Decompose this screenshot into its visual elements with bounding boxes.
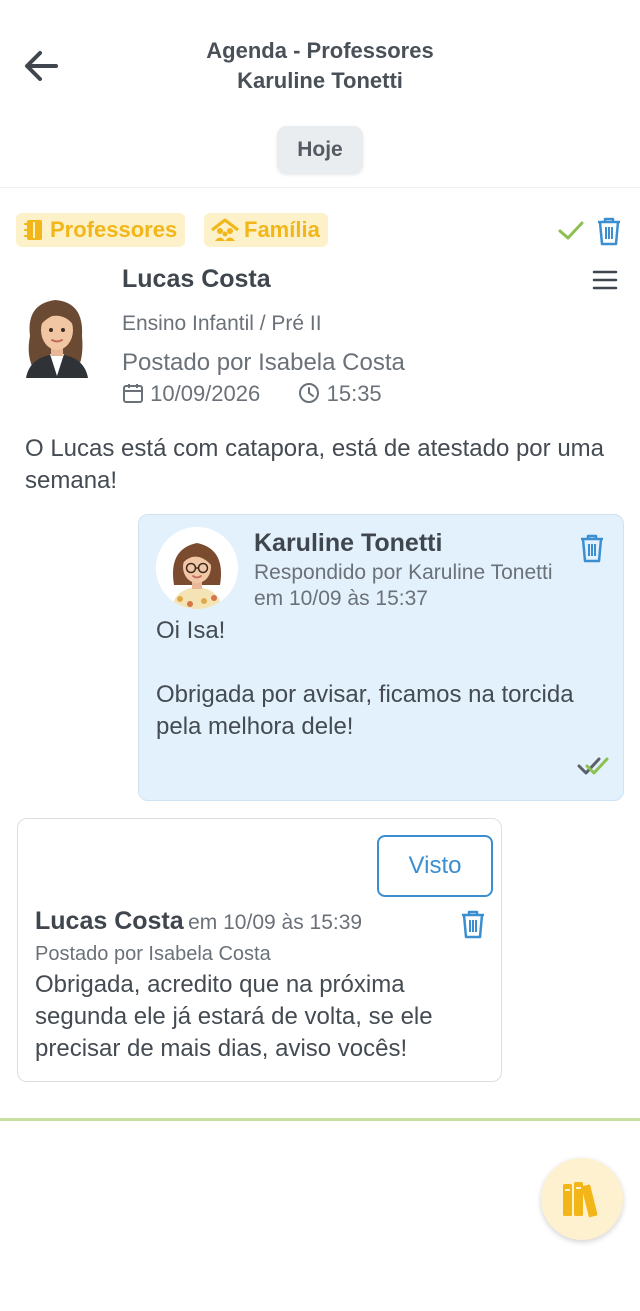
response-card: Visto Lucas Costa em 10/09 às 15:39 Post… bbox=[17, 818, 502, 1082]
post-date: 10/09/2026 bbox=[150, 381, 261, 406]
visto-button[interactable]: Visto bbox=[377, 835, 493, 897]
student-class: Ensino Infantil / Pré II bbox=[122, 312, 322, 335]
response-message: Obrigada, acredito que na próxima segund… bbox=[35, 971, 433, 1062]
delete-response-button[interactable] bbox=[460, 909, 486, 944]
notebook-icon bbox=[24, 220, 42, 240]
divider bbox=[0, 1118, 640, 1121]
reply-meta: Respondido por Karuline Tonetti em 10/09… bbox=[254, 561, 553, 610]
student-avatar bbox=[22, 292, 92, 378]
reply-author: Karuline Tonetti bbox=[254, 529, 443, 557]
read-status bbox=[577, 755, 609, 782]
today-button[interactable]: Hoje bbox=[277, 126, 363, 174]
teacher-avatar bbox=[156, 527, 238, 609]
reply-message: Oi Isa! Obrigada por avisar, ficamos na … bbox=[156, 617, 574, 740]
trash-icon bbox=[462, 910, 484, 939]
response-author: Lucas Costa bbox=[35, 907, 184, 935]
calendar-icon bbox=[123, 384, 143, 403]
tag-familia: Família bbox=[204, 213, 328, 247]
post-menu-button[interactable] bbox=[592, 268, 618, 297]
double-check-icon bbox=[577, 757, 609, 775]
student-name: Lucas Costa bbox=[122, 265, 271, 293]
trash-icon bbox=[598, 217, 620, 246]
tag-label: Professores bbox=[50, 217, 178, 242]
response-time: em 10/09 às 15:39 bbox=[188, 911, 363, 934]
delete-post-button[interactable] bbox=[596, 216, 622, 251]
post-message: O Lucas está com catapora, está de atest… bbox=[25, 435, 604, 494]
response-header: Lucas Costa em 10/09 às 15:39 bbox=[35, 907, 362, 936]
response-posted-by: Postado por Isabela Costa bbox=[35, 943, 271, 965]
post-time: 15:35 bbox=[326, 381, 382, 406]
books-icon bbox=[563, 1182, 598, 1218]
tag-professores: Professores bbox=[16, 213, 186, 247]
page-title: Agenda - Professores bbox=[206, 38, 434, 63]
library-fab-button[interactable] bbox=[541, 1158, 623, 1240]
delete-reply-button[interactable] bbox=[579, 533, 605, 568]
hamburger-menu-icon bbox=[592, 270, 618, 290]
family-home-icon bbox=[211, 218, 239, 241]
check-icon bbox=[558, 221, 584, 240]
app-header: Agenda - Professores Karuline Tonetti Ho… bbox=[0, 0, 640, 188]
posted-by: Postado por Isabela Costa bbox=[122, 349, 405, 376]
tag-label: Família bbox=[244, 217, 320, 242]
trash-icon bbox=[581, 534, 603, 563]
page-subtitle: Karuline Tonetti bbox=[237, 68, 403, 93]
reply-card: Karuline Tonetti Respondido por Karuline… bbox=[138, 514, 624, 801]
post-datetime: 10/09/2026 15:35 bbox=[122, 381, 382, 407]
clock-icon bbox=[299, 383, 320, 403]
confirm-button[interactable] bbox=[557, 218, 585, 247]
